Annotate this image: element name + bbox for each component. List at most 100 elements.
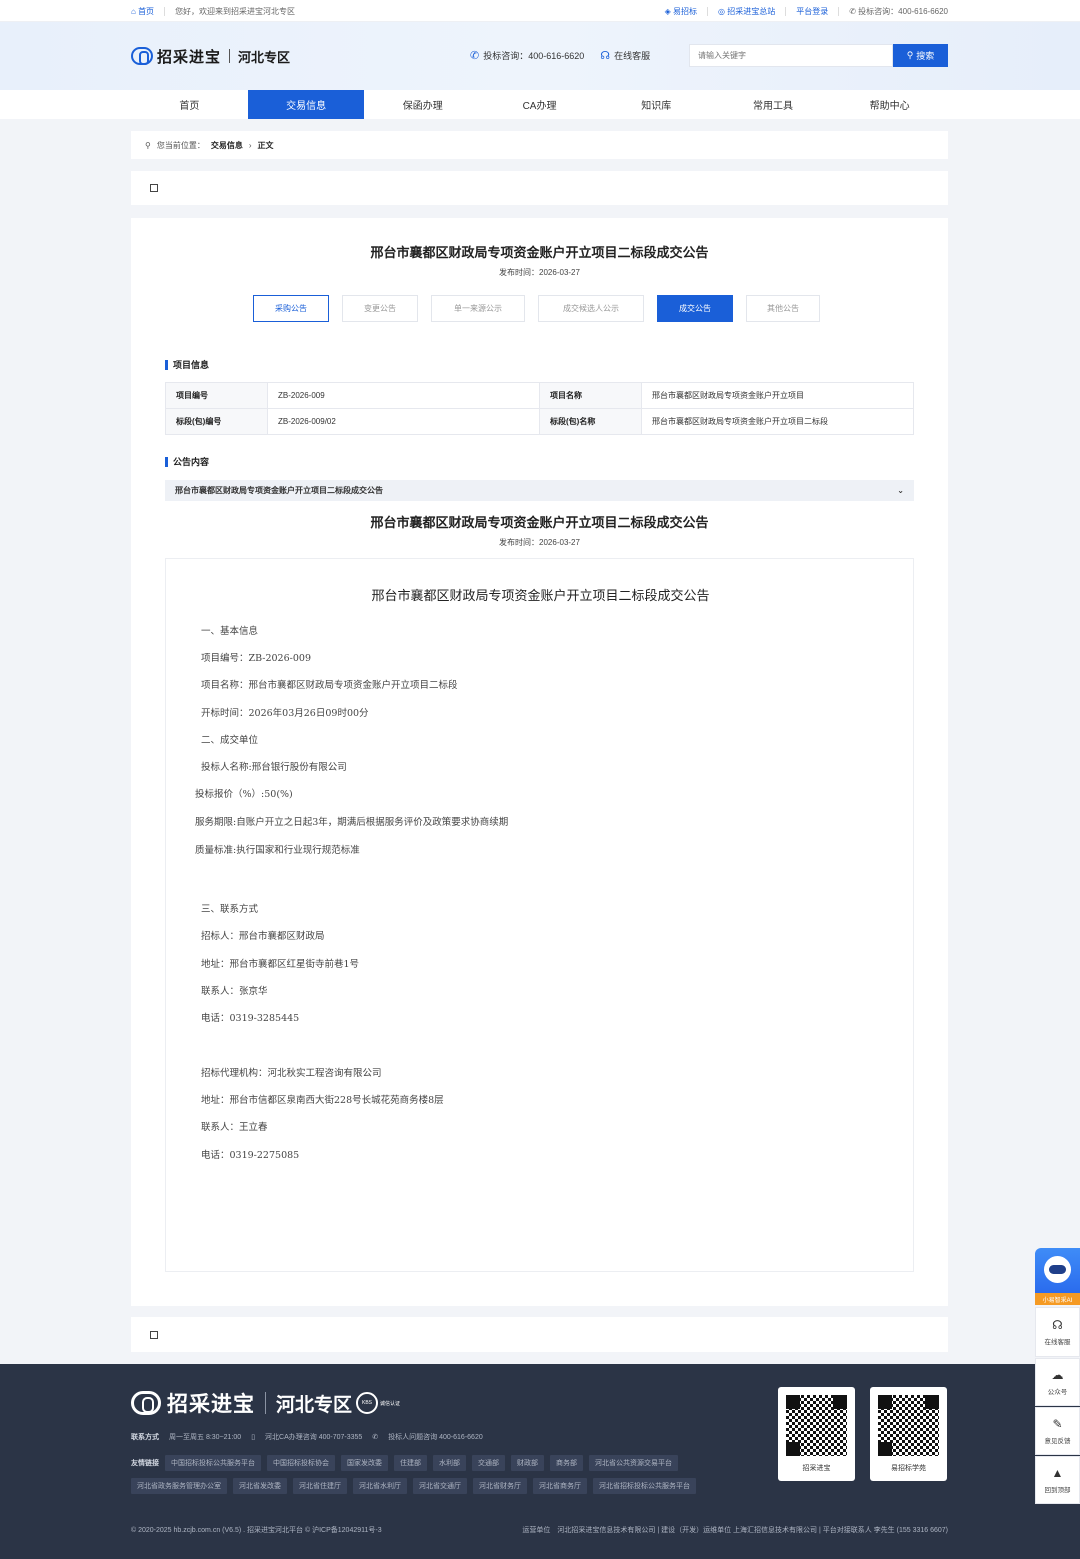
nav-tab-knowledge[interactable]: 知识库 (598, 90, 715, 119)
qr-code-icon (878, 1395, 939, 1456)
content-heading: 公告内容 (165, 455, 209, 468)
doc-line: 联系人：张京华 (201, 986, 268, 997)
step-change[interactable]: 变更公告 (342, 295, 418, 322)
top-bar: ⌂ 首页 您好，欢迎来到招采进宝河北专区 ◈ 易招标 ◎ 招采进宝总站 平台登录… (0, 0, 1080, 22)
step-procurement[interactable]: 采购公告 (253, 295, 329, 322)
friend-link[interactable]: 河北省招标投标公共服务平台 (593, 1478, 696, 1494)
table-row: 标段(包)编号 ZB-2026-009/02 标段(包)名称 邢台市襄都区财政局… (165, 408, 914, 435)
qr-zcjb: 招采进宝 (778, 1387, 855, 1481)
friend-link[interactable]: 商务部 (550, 1455, 583, 1471)
announcement-panel: 邢台市襄都区财政局专项资金账户开立项目二标段成交公告 发布时间：2026-03-… (131, 218, 948, 1306)
friend-link[interactable]: 河北省水利厅 (353, 1478, 407, 1494)
friend-link[interactable]: 河北省公共资源交易平台 (589, 1455, 678, 1471)
chevron-right-icon: › (248, 140, 252, 150)
breadcrumb-current: 正文 (257, 140, 274, 150)
friend-link[interactable]: 中国招标投标公共服务平台 (165, 1455, 261, 1471)
doc-line: 投标报价（%）:50(%) (195, 789, 293, 800)
online-service-link[interactable]: ☊ 在线客服 (600, 49, 650, 62)
doc-line: 开标时间：2026年03月26日09时00分 (201, 708, 369, 719)
phone-icon: ✆ (470, 50, 480, 62)
search-box: ⚲搜索 (689, 44, 948, 67)
doc-line: 质量标准:执行国家和行业现行规范标准 (195, 845, 360, 856)
announcement-document: 邢台市襄都区财政局专项资金账户开立项目二标段成交公告 一、基本信息 项目编号：Z… (165, 558, 914, 1272)
doc-line: 电话：0319-3285445 (201, 1013, 300, 1024)
header-contact: ✆ 投标咨询：400-616-6620 ☊ 在线客服 (470, 49, 650, 62)
search-button[interactable]: ⚲ 搜索 (893, 44, 948, 67)
doc-line: 地址：邢台市襄都区红星街寺前巷1号 (201, 959, 360, 970)
friend-link[interactable]: 财政部 (511, 1455, 544, 1471)
home-link[interactable]: ⌂ 首页 (131, 6, 154, 17)
nav-tab-ca[interactable]: CA办理 (481, 90, 598, 119)
doc-line: 一、基本信息 (201, 626, 259, 637)
doc-line: 项目编号：ZB-2026-009 (201, 653, 311, 664)
step-other[interactable]: 其他公告 (746, 295, 820, 322)
consult-info: ✆ 投标咨询：400-616-6620 (470, 50, 585, 62)
site-header: 招采进宝 河北专区 ✆投标咨询：400-616-6620 ☊在线客服 ⚲搜索 (0, 22, 1080, 90)
announcement-steps: 采购公告 变更公告 单一来源公示 成交候选人公示 成交公告 其他公告 (253, 295, 833, 322)
nav-tab-guarantee[interactable]: 保函办理 (364, 90, 481, 119)
friend-link[interactable]: 河北省交通厅 (413, 1478, 467, 1494)
doc-line: 二、成交单位 (201, 735, 259, 746)
breadcrumb-trade[interactable]: 交易信息 (211, 140, 243, 151)
footer-logo: 招采进宝 河北专区 KBS 诚信认证 (131, 1388, 400, 1418)
project-info-table: 项目编号 ZB-2026-009 项目名称 邢台市襄都区财政局专项资金账户开立项… (165, 382, 914, 435)
friend-link[interactable]: 河北省发改委 (233, 1478, 287, 1494)
step-candidate[interactable]: 成交候选人公示 (538, 295, 644, 322)
sidebar-feedback[interactable]: ✎ 意见反馈 (1035, 1407, 1080, 1455)
document-title: 邢台市襄都区财政局专项资金账户开立项目二标段成交公告 (371, 589, 710, 604)
table-row: 项目编号 ZB-2026-009 项目名称 邢台市襄都区财政局专项资金账户开立项… (165, 382, 914, 409)
nav-tab-help[interactable]: 帮助中心 (831, 90, 948, 119)
friend-link[interactable]: 河北省政务服务管理办公室 (131, 1478, 227, 1494)
top-phone: ✆ 投标咨询：400-616-6620 (849, 6, 948, 16)
footer-copyright: © 2020-2025 hb.zcjb.com.cn (V6.5) . 招采进宝… (131, 1527, 948, 1534)
content-collapse-header[interactable]: 邢台市襄都区财政局专项资金账户开立项目二标段成交公告 ⌄ (165, 480, 914, 501)
friend-link[interactable]: 河北省住建厅 (293, 1478, 347, 1494)
chevron-down-icon: ⌄ (897, 486, 904, 495)
nav-tab-home[interactable]: 首页 (131, 90, 248, 119)
broken-image-icon (150, 1330, 158, 1339)
doc-line: 招标人：邢台市襄都区财政局 (201, 931, 325, 942)
phone-icon: ✆ (849, 6, 856, 16)
sidebar-online-service[interactable]: ☊ 在线客服 (1035, 1307, 1080, 1357)
search-icon: ⚲ (906, 50, 914, 60)
robot-icon (1044, 1256, 1071, 1283)
qr-code-icon (786, 1395, 847, 1456)
footer-links-row2: 河北省政务服务管理办公室 河北省发改委 河北省住建厅 河北省水利厅 河北省交通厅… (131, 1478, 696, 1494)
welcome-text: 您好，欢迎来到招采进宝河北专区 (175, 6, 296, 16)
friend-link[interactable]: 国家发改委 (341, 1455, 388, 1471)
bottom-placeholder (131, 1317, 948, 1352)
friend-link[interactable]: 河北省商务厅 (533, 1478, 587, 1494)
integrity-seal-icon: KBS (356, 1392, 379, 1414)
nav-tab-trade[interactable]: 交易信息 (247, 90, 365, 119)
login-link[interactable]: 平台登录 (796, 6, 828, 17)
sidebar-wechat[interactable]: ☁ 公众号 (1035, 1358, 1080, 1406)
main-nav: 首页 交易信息 保函办理 CA办理 知识库 常用工具 帮助中心 (0, 90, 1080, 119)
sidebar-back-to-top[interactable]: ▲ 回到顶部 (1035, 1456, 1080, 1504)
friend-link[interactable]: 中国招标投标协会 (267, 1455, 335, 1471)
announcement-title: 邢台市襄都区财政局专项资金账户开立项目二标段成交公告 (370, 245, 709, 260)
logo-icon (131, 47, 153, 65)
nav-tab-tools[interactable]: 常用工具 (715, 90, 832, 119)
banner-placeholder (131, 171, 948, 205)
step-award[interactable]: 成交公告 (657, 295, 733, 322)
friend-link[interactable]: 住建部 (394, 1455, 427, 1471)
search-input[interactable] (689, 44, 893, 67)
step-single-source[interactable]: 单一来源公示 (431, 295, 525, 322)
edit-icon: ✎ (1052, 1417, 1063, 1431)
location-icon: ⚲ (145, 140, 151, 150)
ai-assistant-button[interactable]: 小易智采AI (1035, 1248, 1080, 1305)
site-footer: 招采进宝 河北专区 KBS 诚信认证 联系方式 周一至周五 8:30~21:00… (0, 1364, 1080, 1559)
headset-icon: ☊ (1052, 1318, 1063, 1332)
yizhaobiao-link[interactable]: ◈ 易招标 (665, 6, 697, 17)
doc-line: 项目名称：邢台市襄都区财政局专项资金账户开立项目二标段 (201, 680, 458, 691)
site-logo[interactable]: 招采进宝 河北专区 (131, 44, 290, 68)
friend-link[interactable]: 交通部 (472, 1455, 505, 1471)
main-site-link[interactable]: ◎ 招采进宝总站 (718, 6, 775, 17)
broken-image-icon (150, 184, 158, 192)
friend-link[interactable]: 水利部 (433, 1455, 466, 1471)
friend-link[interactable]: 河北省财务厅 (473, 1478, 527, 1494)
wechat-icon: ☁ (1051, 1368, 1064, 1382)
phone-icon: ✆ (372, 1434, 379, 1441)
logo-icon (131, 1391, 161, 1415)
rocket-icon: ▲ (1051, 1466, 1064, 1480)
